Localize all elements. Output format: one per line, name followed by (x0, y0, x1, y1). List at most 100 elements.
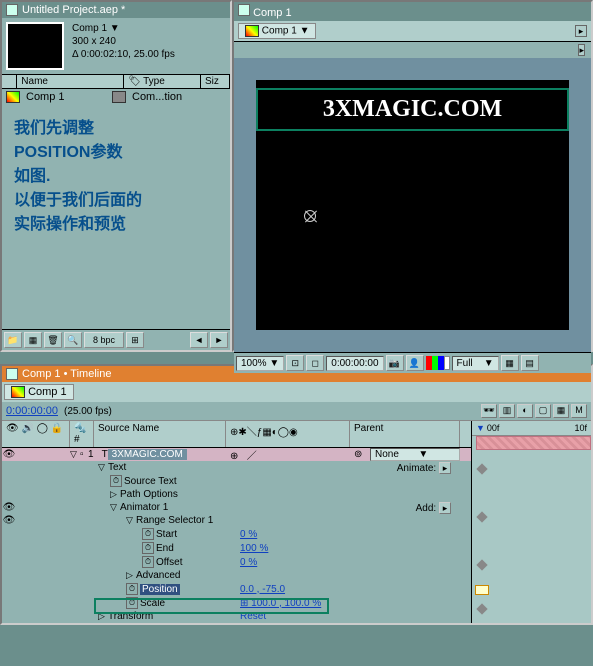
grid-btn[interactable]: ▤ (521, 355, 539, 371)
text-group[interactable]: ▽Text Animate: ▸ (2, 461, 471, 474)
start-value[interactable]: 0 % (240, 529, 257, 540)
viewer-icon (238, 4, 250, 16)
timeline-tab[interactable]: Comp 1 (4, 384, 74, 400)
draft-btn[interactable]: ▢ (535, 404, 551, 418)
viewer-canvas[interactable]: 3XMAGIC.COM (234, 58, 591, 352)
project-title-bar[interactable]: Untitled Project.aep * (2, 2, 230, 18)
search-btn[interactable]: 🔍 (64, 332, 82, 348)
project-item-row[interactable]: Comp 1 Com...tion (2, 89, 230, 105)
source-name-header[interactable]: Source Name (94, 421, 226, 447)
parent-header[interactable]: Parent (350, 421, 460, 447)
timeline-right-pane[interactable]: ▼ 00f 10f (472, 421, 591, 623)
comp-icon (6, 91, 20, 103)
panel-menu-btn[interactable]: ▸ (578, 44, 585, 56)
safe-zones-btn[interactable]: ⊡ (286, 355, 304, 371)
range-selector-group[interactable]: 👁 ▽Range Selector 1 (2, 514, 471, 527)
timeline-left-pane: 👁 🔊 ◯ 🔒 🔩 # Source Name ⊕✱＼ƒ▦◐◯◉ Parent … (2, 421, 472, 623)
frame-blend-btn[interactable]: ▥ (499, 404, 515, 418)
keyframe-icon[interactable] (476, 511, 487, 522)
time-ruler[interactable]: ▼ 00f 10f (472, 421, 591, 436)
timeline-panel: Comp 1 • Timeline Comp 1 0:00:00:00 (25.… (0, 364, 593, 625)
animate-menu-btn[interactable]: ▸ (439, 462, 451, 474)
add-menu-btn[interactable]: ▸ (439, 502, 451, 514)
roi-btn[interactable]: ▦ (501, 355, 519, 371)
start-prop[interactable]: ⏱Start 0 % (2, 527, 471, 541)
project-column-headers: Name 🏷Type Siz (2, 74, 230, 89)
expand-btn[interactable]: ▸ (575, 25, 587, 37)
keyframe-selected-icon[interactable] (475, 585, 489, 595)
mask-btn[interactable]: ◻ (306, 355, 324, 371)
comp-name: Comp 1 ▼ (72, 22, 175, 35)
offset-value[interactable]: 0 % (240, 557, 257, 568)
end-prop[interactable]: ⏱End 100 % (2, 541, 471, 555)
zoom-dropdown[interactable]: 100% ▼ (236, 356, 284, 371)
snapshot-btn[interactable]: 📷 (386, 355, 404, 371)
scroll-left-btn[interactable]: ◄ (190, 332, 208, 348)
reset-link[interactable]: Reset (240, 611, 266, 622)
project-icon (6, 4, 18, 16)
viewer-tab[interactable]: Comp 1 ▼ (238, 23, 316, 39)
text-layer[interactable]: 3XMAGIC.COM (256, 88, 569, 131)
project-panel: Untitled Project.aep * Comp 1 ▼ 300 x 24… (0, 0, 232, 352)
stopwatch-icon[interactable]: ⏱ (110, 475, 122, 487)
add-label: Add: ▸ (416, 502, 451, 514)
col-size[interactable]: Siz (201, 75, 230, 88)
col-type[interactable]: 🏷Type (124, 75, 201, 88)
viewer-toolbar: 100% ▼ ⊡ ◻ 0:00:00:00 📷 👤 Full ▼ ▦ ▤ (234, 352, 591, 373)
end-value[interactable]: 100 % (240, 543, 268, 554)
item-type: Com...tion (132, 91, 182, 103)
keyframe-icon[interactable] (476, 559, 487, 570)
layer-disclosure[interactable]: ▽ (70, 449, 80, 460)
trash-btn[interactable]: 🗑 (44, 332, 62, 348)
col-name[interactable]: Name (17, 75, 124, 88)
item-name: Comp 1 (26, 91, 106, 103)
layer-duration-bar[interactable] (476, 436, 591, 450)
animator-group[interactable]: 👁 ▽Animator 1 Add: ▸ (2, 501, 471, 514)
bpc-btn[interactable]: 8 bpc (84, 332, 124, 348)
tree-btn[interactable]: ⊞ (126, 332, 144, 348)
keyframe-icon[interactable] (476, 463, 487, 474)
timeline-fps: (25.00 fps) (64, 406, 112, 417)
new-comp-btn[interactable]: ▦ (24, 332, 42, 348)
channel-buttons[interactable] (426, 356, 450, 370)
layer-name[interactable]: 3XMAGIC.COM (108, 449, 187, 460)
path-options-group[interactable]: ▷Path Options (2, 488, 471, 501)
scroll-right-btn[interactable]: ► (210, 332, 228, 348)
folder-btn[interactable]: 📁 (4, 332, 22, 348)
scale-value[interactable]: ⊞ 100.0 , 100.0 % (240, 598, 321, 609)
motion-blur-btn[interactable]: ◐ (517, 404, 533, 418)
comp-dimensions: 300 x 240 (72, 35, 175, 48)
shy-btn[interactable]: 🕶 (481, 404, 497, 418)
viewer-panel: Comp 1 Comp 1 ▼ ▸ ▸ 3XMAGIC.COM 100% ▼ ⊡… (232, 0, 593, 352)
comp-thumbnail[interactable] (6, 22, 64, 70)
resolution-dropdown[interactable]: Full ▼ (452, 356, 499, 371)
quality-btn[interactable]: M (571, 404, 587, 418)
timeline-headers: 👁 🔊 ◯ 🔒 🔩 # Source Name ⊕✱＼ƒ▦◐◯◉ Parent (2, 421, 471, 448)
transform-group[interactable]: ▷Transform Reset (2, 610, 471, 623)
position-value[interactable]: 0.0 , -75.0 (240, 584, 285, 595)
source-text-prop[interactable]: ⏱Source Text (2, 474, 471, 488)
comp-duration: Δ 0:00:02:10, 25.00 fps (72, 48, 175, 61)
show-snapshot-btn[interactable]: 👤 (406, 355, 424, 371)
anchor-point-icon[interactable] (304, 210, 316, 222)
parent-dropdown[interactable]: None ▼ (370, 448, 460, 461)
parent-pickwhip[interactable]: ⊚ (354, 449, 362, 460)
animator-visibility[interactable]: 👁 (2, 502, 16, 513)
offset-prop[interactable]: ⏱Offset 0 % (2, 555, 471, 569)
position-prop[interactable]: ⏱Position 0.0 , -75.0 (2, 582, 471, 596)
project-title: Untitled Project.aep * (22, 4, 125, 16)
advanced-group[interactable]: ▷Advanced (2, 569, 471, 582)
selector-visibility[interactable]: 👁 (2, 515, 16, 526)
layer-row[interactable]: 👁 ▽ ▫ 1 T 3XMAGIC.COM ⊕ ／ ⊚ None ▼ (2, 448, 471, 461)
layer-index: 1 (88, 449, 94, 460)
composition-view[interactable]: 3XMAGIC.COM (256, 80, 569, 330)
type-icon (112, 91, 126, 103)
timeline-timecode[interactable]: 0:00:00:00 (6, 405, 58, 417)
scale-prop[interactable]: ⏱Scale ⊞ 100.0 , 100.0 % (2, 596, 471, 610)
current-time[interactable]: 0:00:00:00 (326, 356, 383, 371)
wireframe-btn[interactable]: ▦ (553, 404, 569, 418)
viewer-title-bar[interactable]: Comp 1 (234, 2, 591, 21)
project-toolbar: 📁 ▦ 🗑 🔍 8 bpc ⊞ ◄ ► (2, 329, 230, 350)
keyframe-icon[interactable] (476, 603, 487, 614)
visibility-toggle[interactable]: 👁 (2, 449, 16, 460)
